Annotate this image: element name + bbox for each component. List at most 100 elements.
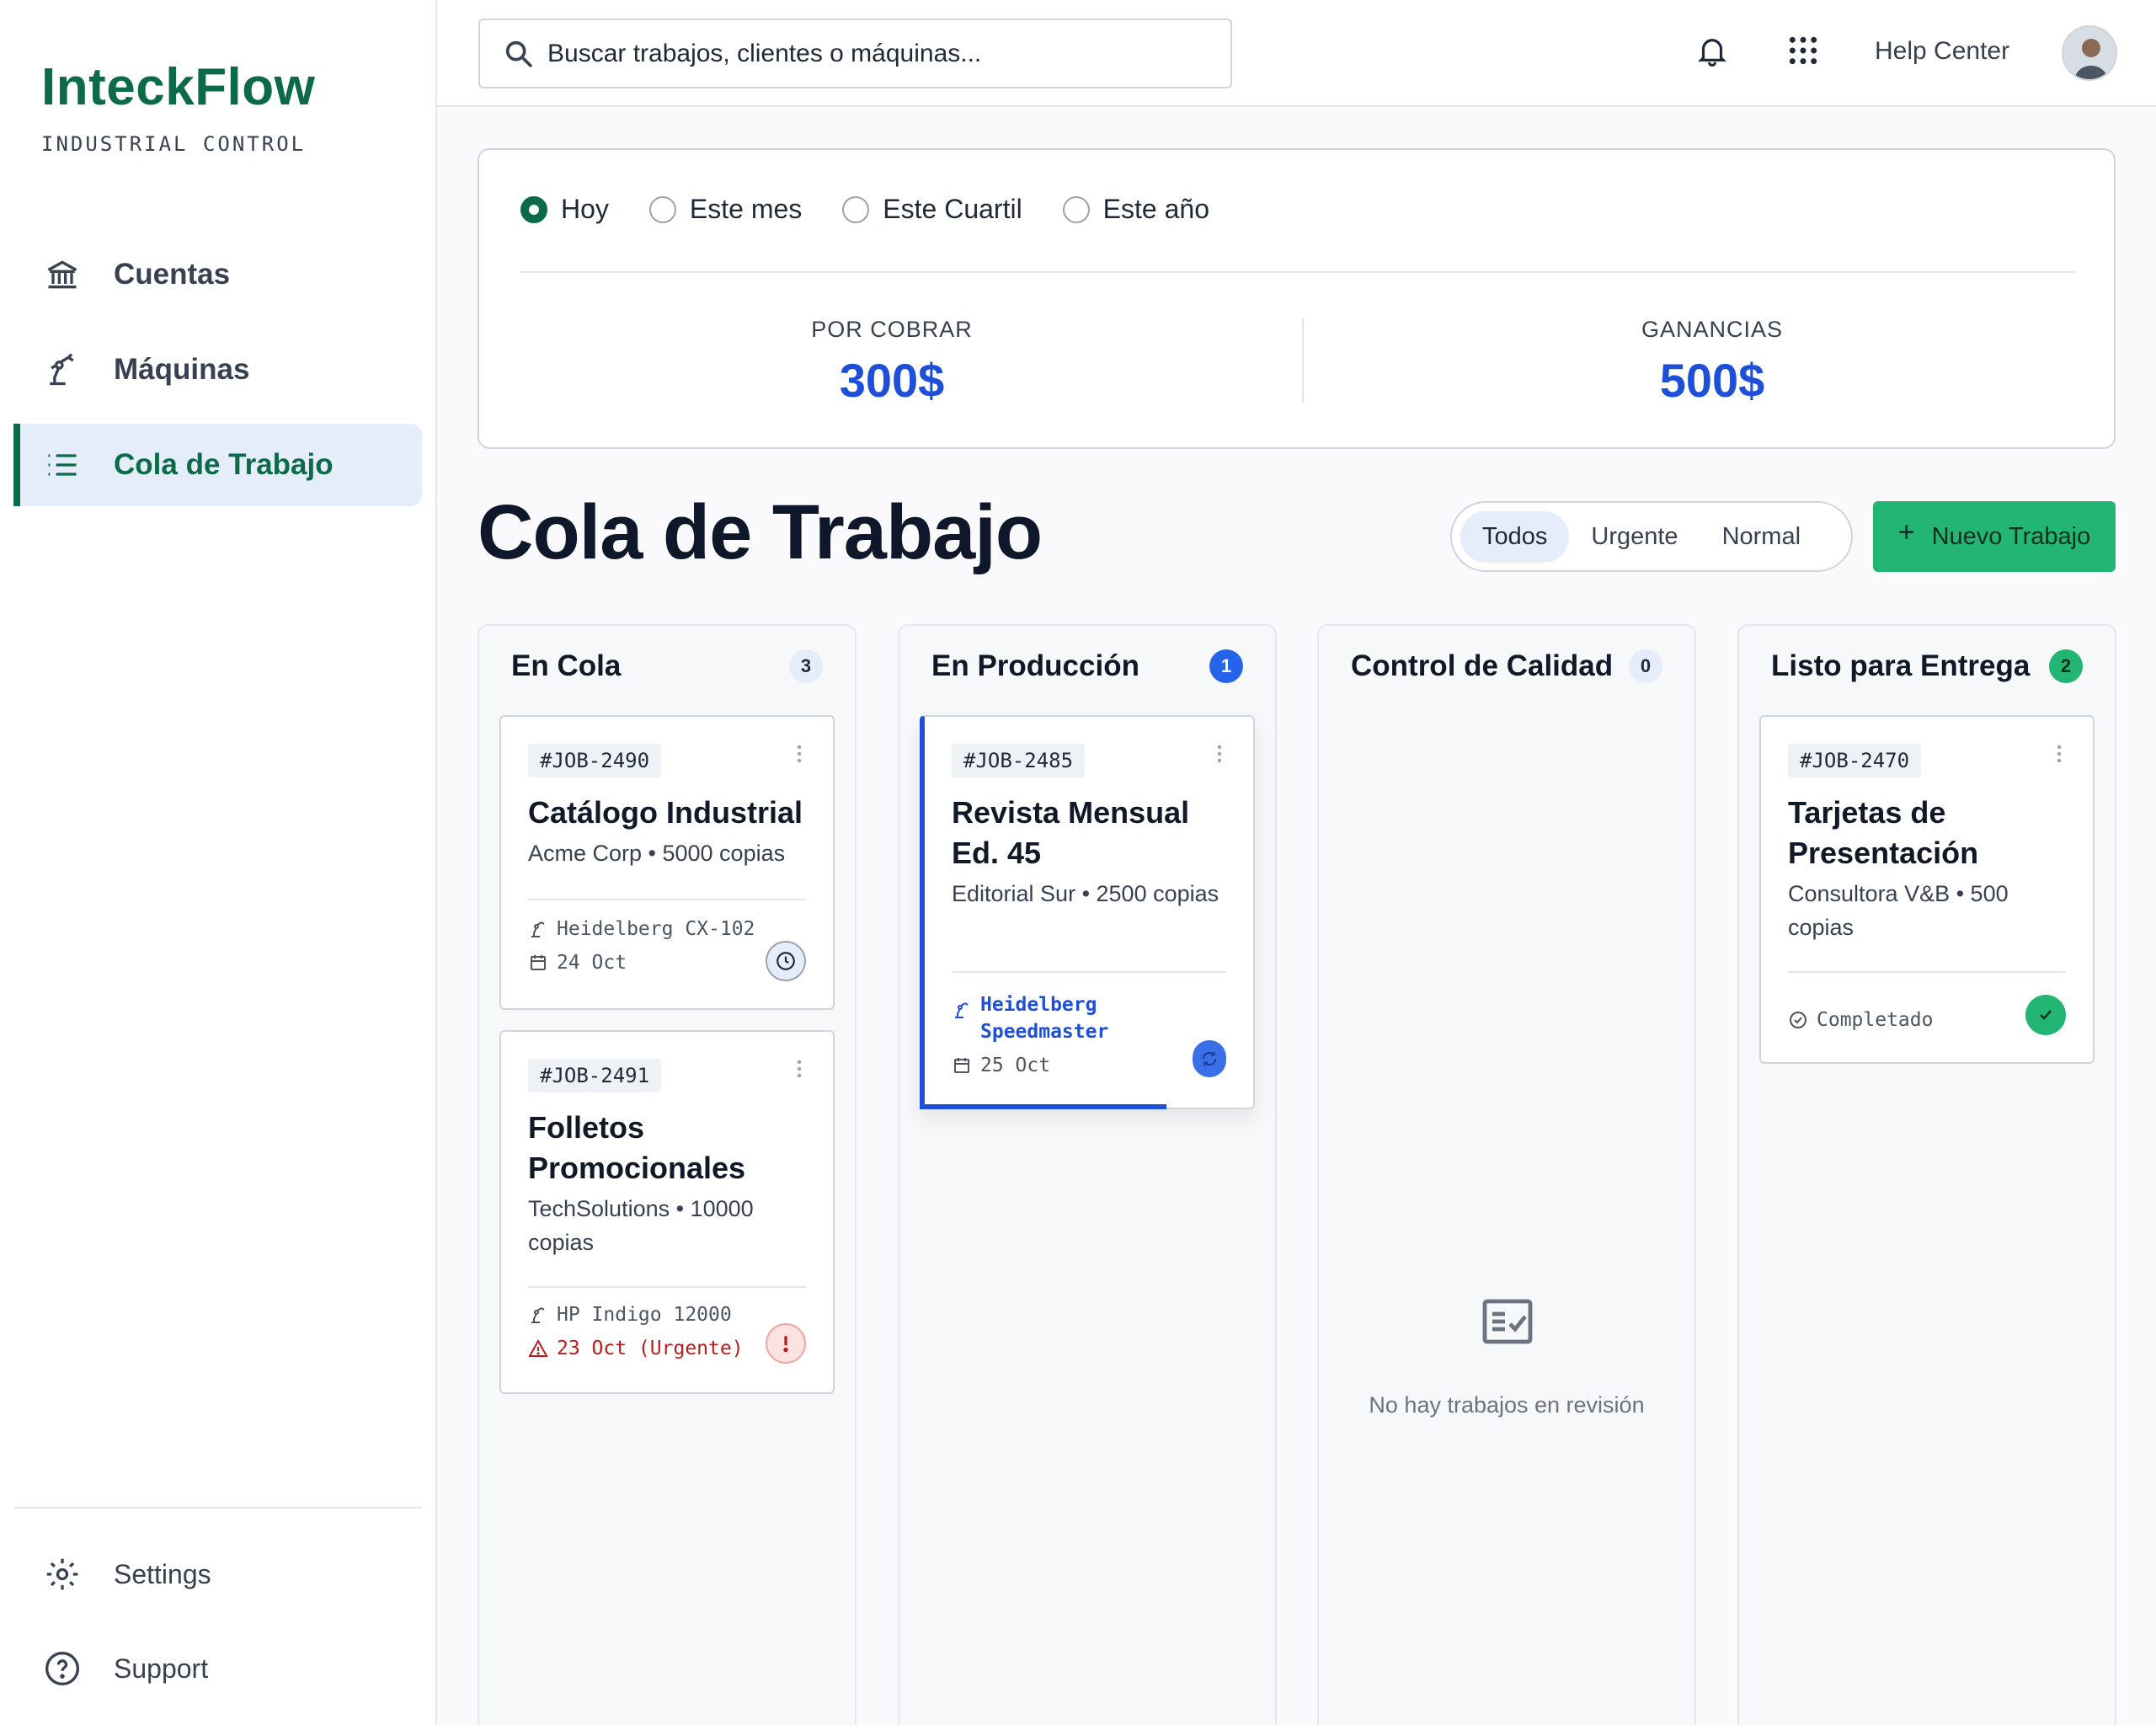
settings-label: Settings — [114, 1558, 211, 1589]
list-icon — [41, 444, 83, 486]
sidebar-item-support[interactable]: Support — [13, 1635, 422, 1702]
column-header: En Cola 3 — [511, 649, 823, 683]
period-option-este-cuartil[interactable]: Este Cuartil — [842, 194, 1022, 225]
help-center-link[interactable]: Help Center — [1875, 37, 2009, 66]
period-label: Hoy — [561, 194, 609, 224]
more-icon[interactable] — [796, 1059, 803, 1079]
column-header: En Producción 1 — [931, 649, 1243, 683]
sidebar-item-label: Máquinas — [114, 353, 250, 386]
machine-icon — [952, 1000, 972, 1020]
stat-label: POR COBRAR — [811, 317, 973, 342]
column-en-produccion: En Producción 1 #JOB-2485 Revista Mensua… — [898, 624, 1277, 1725]
machine-icon — [528, 1305, 548, 1325]
calendar-icon — [528, 953, 548, 973]
job-id: #JOB-2490 — [528, 744, 662, 777]
column-title: En Cola — [511, 649, 622, 682]
count-badge: 2 — [2049, 649, 2083, 683]
filter-urgente[interactable]: Urgente — [1569, 511, 1700, 563]
job-title: Tarjetas de Presentación — [1788, 795, 1979, 870]
job-date: 24 Oct — [528, 949, 627, 976]
radio-dot — [1062, 195, 1090, 223]
period-option-este-ano[interactable]: Este año — [1062, 194, 1209, 225]
job-subtitle: TechSolutions • 10000 copias — [528, 1196, 754, 1255]
bell-icon — [1694, 33, 1730, 72]
job-id: #JOB-2491 — [528, 1059, 662, 1092]
new-job-button[interactable]: + Nuevo Trabajo — [1873, 501, 2116, 572]
period-label: Este Cuartil — [883, 194, 1022, 224]
column-title: Listo para Entrega — [1771, 649, 2031, 682]
bank-icon — [41, 254, 83, 296]
date-value: 25 Oct — [980, 1055, 1051, 1076]
new-job-label: Nuevo Trabajo — [1931, 522, 2091, 550]
apps-button[interactable] — [1780, 29, 1827, 76]
job-title: Catálogo Industrial — [528, 795, 803, 830]
search-icon — [502, 37, 536, 71]
filter-normal[interactable]: Normal — [1700, 511, 1822, 563]
job-date: 25 Oct — [952, 1052, 1050, 1079]
sidebar-item-cuentas[interactable]: Cuentas — [13, 233, 422, 316]
stat-value: 500$ — [1659, 354, 1765, 407]
job-card[interactable]: #JOB-2490 Catálogo Industrial Acme Corp … — [499, 715, 835, 1010]
checklist-icon — [1477, 1291, 1538, 1352]
notifications-button[interactable] — [1689, 29, 1736, 76]
sidebar-item-cola-de-trabajo[interactable]: Cola de Trabajo — [13, 424, 422, 506]
filter-todos[interactable]: Todos — [1460, 510, 1570, 563]
card-divider — [528, 1286, 806, 1288]
stats-card: Hoy Este mes Este Cuartil Este año POR C… — [478, 148, 2116, 449]
robot-arm-icon — [41, 349, 83, 391]
brand-subtitle: INDUSTRIAL CONTROL — [41, 132, 307, 156]
period-label: Este año — [1102, 194, 1209, 224]
job-machine: Heidelberg Speedmaster — [952, 991, 1120, 1045]
stat-earnings: GANANCIAS 500$ — [1333, 317, 2091, 408]
sync-icon — [1193, 1040, 1226, 1077]
column-header: Listo para Entrega 2 — [1771, 649, 2083, 683]
more-icon[interactable] — [1216, 744, 1223, 764]
alert-icon — [766, 1323, 806, 1364]
more-icon[interactable] — [796, 744, 803, 764]
help-circle-icon — [41, 1648, 83, 1690]
check-icon — [2025, 995, 2066, 1035]
job-card[interactable]: #JOB-2491 Folletos Promocionales TechSol… — [499, 1030, 835, 1394]
period-option-hoy[interactable]: Hoy — [520, 194, 609, 225]
card-divider — [1788, 971, 2066, 973]
warning-icon — [528, 1338, 548, 1359]
page-title: Cola de Trabajo — [478, 489, 1043, 575]
card-divider — [952, 971, 1226, 973]
avatar[interactable] — [2062, 25, 2117, 81]
count-badge: 1 — [1209, 649, 1243, 683]
job-machine: HP Indigo 12000 — [528, 1301, 732, 1328]
column-header: Control de Calidad 0 — [1351, 649, 1662, 683]
priority-filter: Todos Urgente Normal — [1450, 501, 1853, 572]
job-subtitle: Editorial Sur • 2500 copias — [952, 881, 1219, 906]
job-card[interactable]: #JOB-2485 Revista Mensual Ed. 45 Editori… — [920, 715, 1255, 1109]
sidebar-item-settings[interactable]: Settings — [13, 1541, 422, 1608]
column-listo-para-entrega: Listo para Entrega 2 #JOB-2470 Tarjetas … — [1737, 624, 2116, 1725]
topbar: Help Center — [437, 0, 2156, 107]
period-selector: Hoy Este mes Este Cuartil Este año — [520, 194, 1250, 225]
brand-title: InteckFlow — [41, 58, 316, 116]
job-id: #JOB-2485 — [952, 744, 1086, 777]
job-subtitle: Acme Corp • 5000 copias — [528, 841, 786, 866]
job-card[interactable]: #JOB-2470 Tarjetas de Presentación Consu… — [1759, 715, 2095, 1064]
machine-icon — [528, 919, 548, 939]
sidebar-item-label: Cola de Trabajo — [114, 448, 334, 481]
search-box[interactable] — [478, 19, 1232, 88]
job-state: Completado — [1788, 1007, 1933, 1033]
check-circle-icon — [1788, 1010, 1808, 1030]
stat-label: GANANCIAS — [1641, 317, 1784, 342]
job-machine: Heidelberg CX-102 — [528, 916, 755, 943]
sidebar-item-maquinas[interactable]: Máquinas — [13, 328, 422, 411]
clock-icon — [766, 941, 806, 981]
job-subtitle: Consultora V&B • 500 copias — [1788, 881, 2009, 940]
period-label: Este mes — [689, 194, 803, 224]
radio-dot — [520, 195, 547, 223]
stat-divider — [1302, 318, 1304, 403]
date-value: 23 Oct (Urgente) — [557, 1338, 744, 1359]
search-input[interactable] — [547, 39, 1204, 68]
column-title: En Producción — [931, 649, 1139, 682]
radio-dot — [648, 195, 676, 223]
support-label: Support — [114, 1653, 209, 1684]
period-option-este-mes[interactable]: Este mes — [648, 194, 803, 225]
more-icon[interactable] — [2056, 744, 2063, 764]
sidebar: InteckFlow INDUSTRIAL CONTROL Cuentas Má… — [0, 0, 437, 1725]
